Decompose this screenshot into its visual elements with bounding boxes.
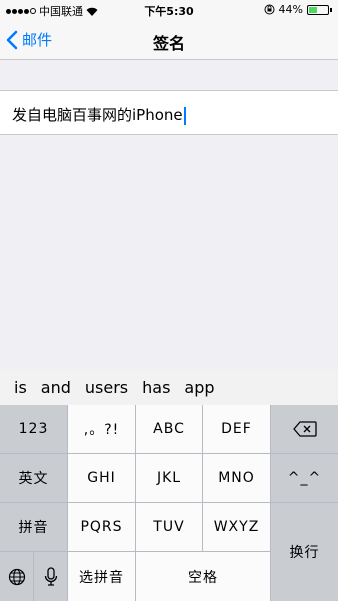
return-button[interactable]: 换行 [271, 503, 338, 601]
space-bar[interactable]: 空格 [136, 552, 270, 601]
key-english[interactable]: 英文 [0, 454, 67, 502]
microphone-icon [44, 566, 57, 586]
prediction-item[interactable]: has [135, 378, 177, 397]
navigation-bar: 邮件 签名 [0, 20, 338, 60]
key-def[interactable]: DEF [203, 405, 270, 453]
status-right: 44% [264, 3, 332, 16]
battery-percent: 44% [278, 3, 303, 16]
delete-icon [292, 421, 317, 437]
key-select-pinyin[interactable]: 选拼音 [68, 552, 135, 601]
page-title: 签名 [152, 34, 185, 53]
prediction-item[interactable]: and [34, 378, 78, 397]
prediction-bar: is and users has app [0, 369, 338, 405]
key-emoticon[interactable]: ^_^ [271, 454, 338, 502]
battery-tip [330, 7, 332, 12]
keyboard: is and users has app 123 ,。?! ABC DEF 英文… [0, 369, 338, 601]
orientation-lock-icon [264, 4, 275, 15]
status-bar: 中国联通 下午5:30 44% [0, 0, 338, 20]
signature-text-wrapper: 发自电脑百事网的iPhone [12, 104, 186, 125]
prediction-item[interactable]: users [78, 378, 135, 397]
key-wxyz[interactable]: WXYZ [203, 503, 270, 551]
key-ghi[interactable]: GHI [68, 454, 135, 502]
key-punctuation[interactable]: ,。?! [68, 405, 135, 453]
prediction-item[interactable]: app [177, 378, 221, 397]
key-mno[interactable]: MNO [203, 454, 270, 502]
key-jkl[interactable]: JKL [136, 454, 202, 502]
microphone-button[interactable] [34, 552, 67, 601]
key-123[interactable]: 123 [0, 405, 67, 453]
signature-field[interactable]: 发自电脑百事网的iPhone [0, 90, 338, 135]
prediction-item[interactable]: is [0, 378, 34, 397]
key-pinyin[interactable]: 拼音 [0, 503, 67, 551]
key-grid: 123 ,。?! ABC DEF 英文 GHI JKL MNO ^_^ 拼音 P… [0, 405, 338, 601]
key-tuv[interactable]: TUV [136, 503, 202, 551]
key-pqrs[interactable]: PQRS [68, 503, 135, 551]
key-abc[interactable]: ABC [136, 405, 202, 453]
delete-button[interactable] [271, 405, 338, 453]
globe-button[interactable] [0, 552, 33, 601]
text-cursor [183, 106, 186, 125]
globe-icon [8, 568, 25, 585]
signature-text: 发自电脑百事网的iPhone [12, 106, 183, 124]
battery-icon [307, 4, 329, 15]
